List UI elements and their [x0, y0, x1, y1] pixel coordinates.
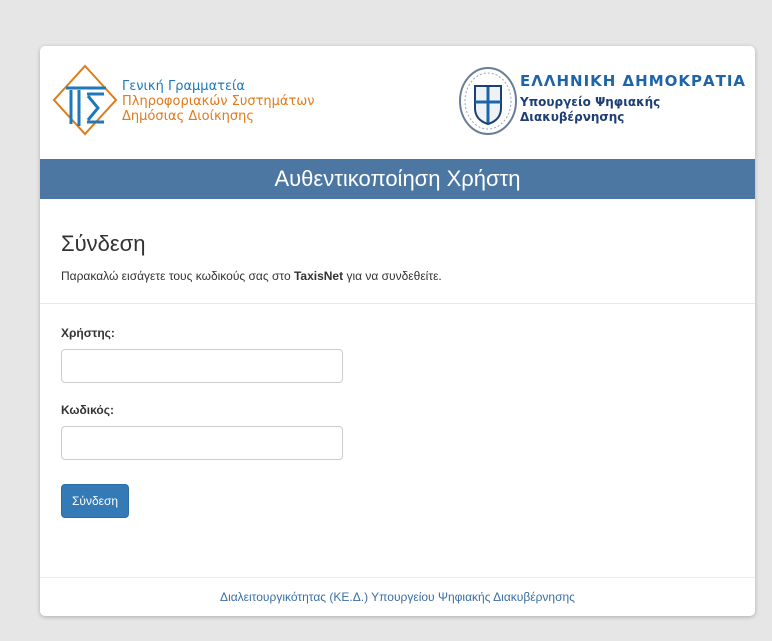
login-form: Σύνδεση Παρακαλώ εισάγετε τους κωδικούς …: [40, 199, 755, 518]
intro-before: Παρακαλώ εισάγετε τους κωδικούς σας στο: [61, 269, 294, 283]
gsis-line-3: Δημόσιας Διοίκησης: [122, 109, 254, 124]
ministry-line-1: Υπουργείο Ψηφιακής: [520, 95, 661, 109]
login-button[interactable]: Σύνδεση: [61, 484, 130, 518]
username-label: Χρήστης:: [61, 326, 115, 340]
ministry-line-2: Διακυβέρνησης: [520, 110, 625, 124]
footer-text[interactable]: Διαλειτουργικότητας (ΚΕ.Δ.) Υπουργείου Ψ…: [40, 577, 755, 616]
hellenic-republic-seal-icon: [459, 67, 517, 135]
divider: [40, 303, 755, 304]
intro-text: Παρακαλώ εισάγετε τους κωδικούς σας στο …: [61, 269, 734, 283]
login-card: Γενική Γραμματεία Πληροφοριακών Συστημάτ…: [40, 46, 755, 616]
gsis-line-2: Πληροφοριακών Συστημάτων: [122, 94, 315, 109]
intro-after: για να συνδεθείτε.: [343, 269, 442, 283]
page-title: Σύνδεση: [61, 231, 146, 256]
government-header: ΕΛΛΗΝΙΚΗ ΔΗΜΟΚΡΑΤΙΑ Υπουργείο Ψηφιακής Δ…: [520, 72, 746, 125]
intro-taxisnet: TaxisNet: [293, 269, 344, 283]
gsis-line-1: Γενική Γραμματεία: [122, 79, 245, 94]
page-banner: Αυθεντικοποίηση Χρήστη: [40, 159, 755, 199]
header: Γενική Γραμματεία Πληροφοριακών Συστημάτ…: [40, 46, 755, 159]
ministry-name: Υπουργείο Ψηφιακής Διακυβέρνησης: [520, 95, 746, 125]
gsis-name: Γενική Γραμματεία Πληροφοριακών Συστημάτ…: [122, 79, 314, 124]
gsis-logo-icon: [52, 64, 118, 136]
password-label: Κωδικός:: [61, 403, 114, 417]
gov-title: ΕΛΛΗΝΙΚΗ ΔΗΜΟΚΡΑΤΙΑ: [520, 72, 747, 90]
password-input[interactable]: [61, 426, 343, 460]
username-input[interactable]: [61, 349, 343, 383]
